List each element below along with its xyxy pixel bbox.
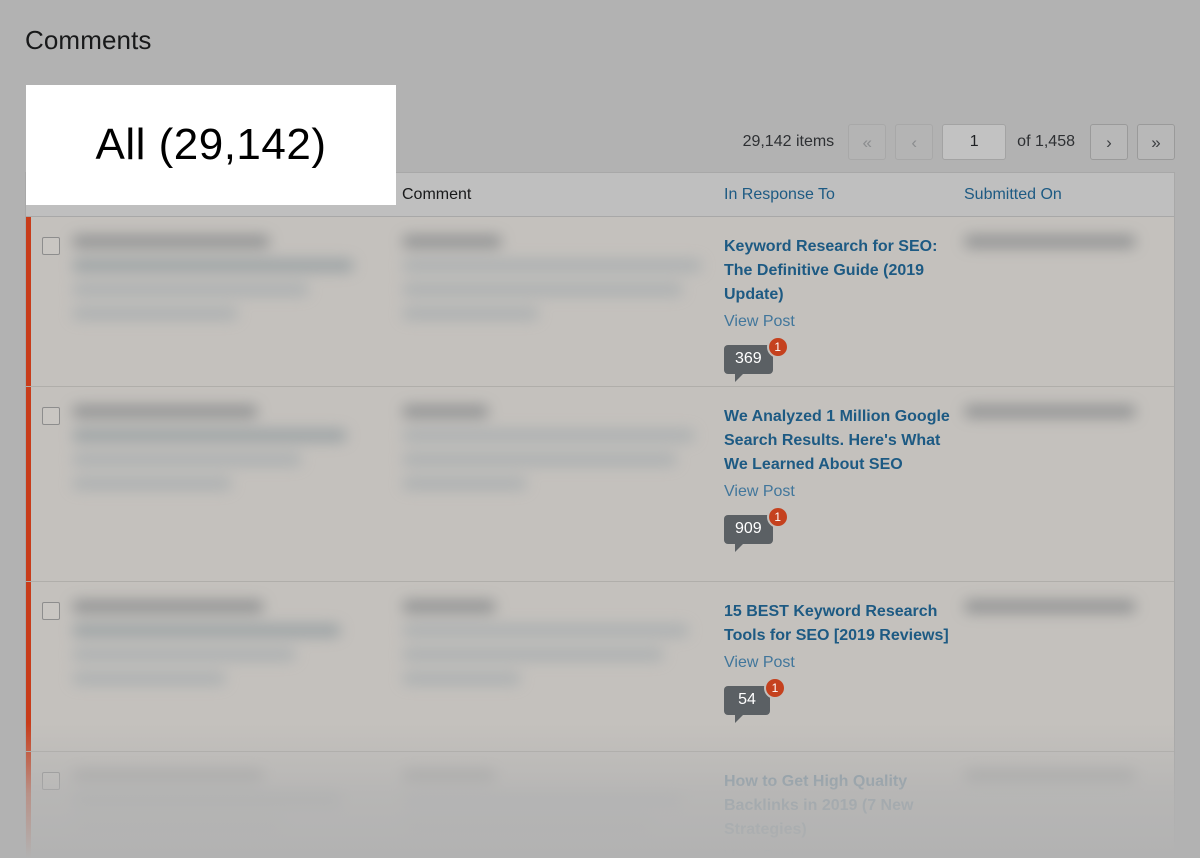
post-title-link[interactable]: How to Get High Quality Backlinks in 201… [724, 770, 954, 842]
row-checkbox[interactable] [42, 237, 60, 255]
redacted-comment [402, 600, 714, 685]
post-title-link[interactable]: Keyword Research for SEO: The Definitive… [724, 235, 954, 307]
redacted-author [72, 770, 392, 831]
redacted-comment [402, 770, 714, 831]
pagination-controls: 29,142 items « ‹ of 1,458 › » [743, 118, 1175, 166]
table-row: 15 BEST Keyword Research Tools for SEO [… [26, 582, 1174, 752]
comment-cell [402, 752, 724, 858]
redacted-date [964, 770, 1164, 783]
post-title-link[interactable]: 15 BEST Keyword Research Tools for SEO [… [724, 600, 954, 648]
comment-count-group[interactable]: 369 1 [724, 336, 789, 382]
redacted-author [72, 600, 392, 685]
pending-count-badge[interactable]: 1 [766, 336, 789, 358]
redacted-author [72, 235, 392, 320]
column-header-comment: Comment [402, 185, 472, 203]
redacted-author [72, 405, 392, 490]
comment-count-group[interactable]: 909 1 [724, 506, 789, 552]
all-comments-filter-label[interactable]: All (29,142) [95, 120, 326, 170]
row-select-cell[interactable] [26, 387, 72, 581]
pending-count-badge[interactable]: 1 [766, 506, 789, 528]
comment-count-group[interactable]: 54 1 [724, 677, 786, 723]
first-page-button[interactable]: « [848, 124, 887, 160]
pending-count-badge[interactable]: 1 [764, 677, 786, 699]
unapproved-stripe [26, 582, 31, 751]
in-response-to-cell: 15 BEST Keyword Research Tools for SEO [… [724, 582, 964, 751]
submitted-on-cell [964, 387, 1174, 581]
next-page-button[interactable]: › [1090, 124, 1128, 160]
row-select-cell[interactable] [26, 217, 72, 386]
author-cell [72, 582, 402, 751]
table-row: How to Get High Quality Backlinks in 201… [26, 752, 1174, 858]
comment-cell [402, 582, 724, 751]
table-row: Keyword Research for SEO: The Definitive… [26, 217, 1174, 387]
author-cell [72, 752, 402, 858]
redacted-date [964, 600, 1164, 613]
comment-cell [402, 217, 724, 386]
view-post-link[interactable]: View Post [724, 311, 954, 333]
comment-cell [402, 387, 724, 581]
total-pages-label: of 1,458 [1017, 133, 1075, 150]
author-cell [72, 217, 402, 386]
items-count: 29,142 items [742, 133, 835, 150]
row-select-cell[interactable] [26, 752, 72, 858]
table-row: We Analyzed 1 Million Google Search Resu… [26, 387, 1174, 582]
in-response-to-cell: Keyword Research for SEO: The Definitive… [724, 217, 964, 386]
row-checkbox[interactable] [42, 772, 60, 790]
prev-page-button[interactable]: ‹ [895, 124, 934, 160]
submitted-on-cell [964, 217, 1174, 386]
redacted-comment [402, 405, 714, 490]
unapproved-stripe [26, 387, 31, 581]
in-response-to-cell: How to Get High Quality Backlinks in 201… [724, 752, 964, 858]
submitted-on-cell [964, 752, 1174, 858]
post-title-link[interactable]: We Analyzed 1 Million Google Search Resu… [724, 405, 954, 477]
comment-bubble-icon[interactable]: 369 [724, 345, 773, 382]
callout-highlight-box: All (29,142) [26, 85, 396, 205]
redacted-date [964, 405, 1164, 418]
last-page-button[interactable]: » [1137, 124, 1175, 160]
submitted-on-cell [964, 582, 1174, 751]
view-post-link[interactable]: View Post [724, 481, 954, 503]
unapproved-stripe [26, 752, 31, 858]
redacted-comment [402, 235, 714, 320]
row-checkbox[interactable] [42, 602, 60, 620]
column-header-submitted-on[interactable]: Submitted On [964, 186, 1174, 204]
redacted-date [964, 235, 1164, 248]
comments-admin-page: Comments 29,142 items « ‹ of 1,458 › » A… [0, 0, 1200, 858]
comment-bubble-icon[interactable]: 54 [724, 686, 770, 723]
page-title: Comments [25, 25, 152, 55]
unapproved-stripe [26, 217, 31, 386]
row-select-cell[interactable] [26, 582, 72, 751]
in-response-to-cell: We Analyzed 1 Million Google Search Resu… [724, 387, 964, 581]
comments-table: Author Comment In Response To Submitted … [25, 172, 1175, 858]
view-post-link[interactable]: View Post [724, 846, 954, 858]
author-cell [72, 387, 402, 581]
column-header-in-response-to[interactable]: In Response To [724, 186, 964, 204]
current-page-input[interactable] [942, 124, 1007, 160]
comment-bubble-icon[interactable]: 909 [724, 515, 773, 552]
view-post-link[interactable]: View Post [724, 652, 954, 674]
row-checkbox[interactable] [42, 407, 60, 425]
